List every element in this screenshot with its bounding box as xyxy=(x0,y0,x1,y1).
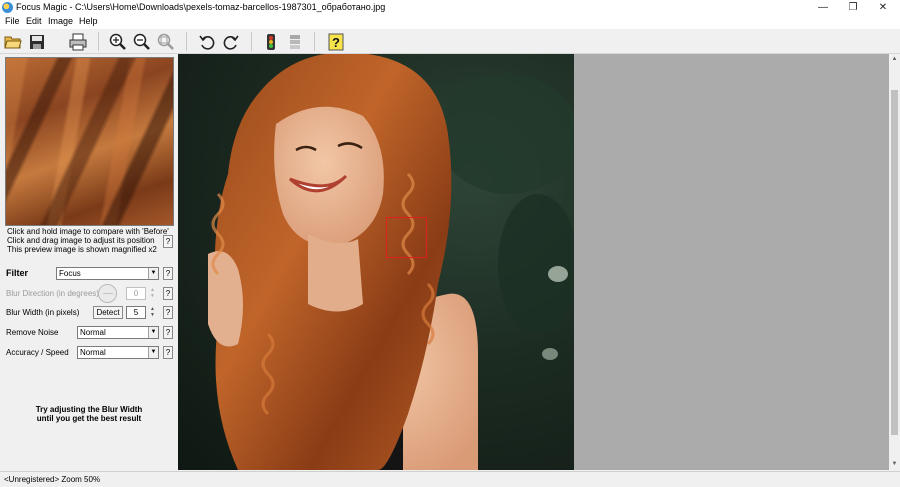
open-folder-icon[interactable] xyxy=(2,31,23,52)
portrait-photo xyxy=(208,54,574,470)
toolbar: ? xyxy=(0,29,900,54)
blur-direction-dial[interactable] xyxy=(98,284,117,303)
scroll-down-icon[interactable]: ▼ xyxy=(889,459,900,470)
chevron-down-icon: ▼ xyxy=(148,327,158,338)
preview-help-button[interactable]: ? xyxy=(163,235,173,248)
minimize-button[interactable]: — xyxy=(808,0,838,15)
app-icon xyxy=(2,2,13,13)
traffic-light-icon[interactable] xyxy=(260,31,281,52)
zoom-fit-icon[interactable] xyxy=(155,31,176,52)
preview-hint: This preview image is shown magnified x2 xyxy=(7,245,157,254)
print-icon[interactable] xyxy=(67,31,88,52)
remove-noise-help-button[interactable]: ? xyxy=(163,326,173,339)
detect-button[interactable]: Detect xyxy=(93,306,123,319)
zoom-in-icon[interactable] xyxy=(107,31,128,52)
filter-value: Focus xyxy=(59,269,81,278)
scrollbar-thumb[interactable] xyxy=(891,90,898,435)
help-icon[interactable]: ? xyxy=(325,31,346,52)
menu-edit[interactable]: Edit xyxy=(26,16,42,26)
status-text: <Unregistered> Zoom 50% xyxy=(4,475,101,484)
close-button[interactable]: ✕ xyxy=(868,0,898,15)
blur-width-help-button[interactable]: ? xyxy=(163,306,173,319)
batch-icon[interactable] xyxy=(284,31,305,52)
accuracy-label: Accuracy / Speed xyxy=(6,348,69,357)
tip-line: Try adjusting the Blur Width xyxy=(35,405,143,414)
blur-width-input[interactable]: 5 xyxy=(126,306,146,319)
focus-preview-selection[interactable] xyxy=(386,217,427,258)
preview-image[interactable] xyxy=(5,57,174,226)
svg-text:?: ? xyxy=(332,35,340,50)
filter-help-button[interactable]: ? xyxy=(163,267,173,280)
spin-down-icon: ▼ xyxy=(150,293,155,299)
preview-hint: Click and hold image to compare with 'Be… xyxy=(7,227,169,236)
accuracy-value: Normal xyxy=(80,348,106,357)
rotate-left-icon[interactable] xyxy=(196,31,217,52)
zoom-out-icon[interactable] xyxy=(131,31,152,52)
chevron-down-icon: ▼ xyxy=(148,268,158,279)
accuracy-select[interactable]: Normal ▼ xyxy=(77,346,159,359)
status-bar: <Unregistered> Zoom 50% xyxy=(0,471,900,487)
blur-direction-help-button[interactable]: ? xyxy=(163,287,173,300)
blur-direction-label: Blur Direction (in degrees) xyxy=(6,289,99,298)
blur-width-spinner[interactable]: ▲ ▼ xyxy=(148,306,157,319)
remove-noise-select[interactable]: Normal ▼ xyxy=(77,326,159,339)
accuracy-help-button[interactable]: ? xyxy=(163,346,173,359)
blur-direction-input[interactable]: 0 xyxy=(126,287,146,300)
tip-line: until you get the best result xyxy=(36,414,142,423)
vertical-scrollbar[interactable]: ▲ ▼ xyxy=(889,54,900,470)
toolbar-separator xyxy=(314,32,315,51)
scroll-up-icon[interactable]: ▲ xyxy=(889,54,900,65)
chevron-down-icon: ▼ xyxy=(148,347,158,358)
photo[interactable] xyxy=(178,54,574,470)
rotate-right-icon[interactable] xyxy=(220,31,241,52)
filter-label: Filter xyxy=(6,268,29,278)
blur-direction-spinner[interactable]: ▲ ▼ xyxy=(148,287,157,300)
menu-file[interactable]: File xyxy=(5,16,20,26)
title-bar: Focus Magic - C:\Users\Home\Downloads\pe… xyxy=(0,0,900,15)
toolbar-separator xyxy=(186,32,187,51)
restore-button[interactable]: ❐ xyxy=(838,0,868,15)
menu-help[interactable]: Help xyxy=(79,16,98,26)
save-icon[interactable] xyxy=(26,31,47,52)
menu-bar: File Edit Image Help xyxy=(0,15,900,29)
window-title: Focus Magic - C:\Users\Home\Downloads\pe… xyxy=(16,2,386,12)
image-canvas[interactable] xyxy=(178,54,889,470)
filter-select[interactable]: Focus ▼ xyxy=(56,267,159,280)
preview-hint: Click and drag image to adjust its posit… xyxy=(7,236,155,245)
settings-panel: Click and hold image to compare with 'Be… xyxy=(0,54,178,470)
menu-image[interactable]: Image xyxy=(48,16,73,26)
blur-width-label: Blur Width (in pixels) xyxy=(6,308,80,317)
remove-noise-value: Normal xyxy=(80,328,106,337)
toolbar-separator xyxy=(98,32,99,51)
remove-noise-label: Remove Noise xyxy=(6,328,59,337)
spin-down-icon: ▼ xyxy=(150,312,155,318)
toolbar-separator xyxy=(251,32,252,51)
